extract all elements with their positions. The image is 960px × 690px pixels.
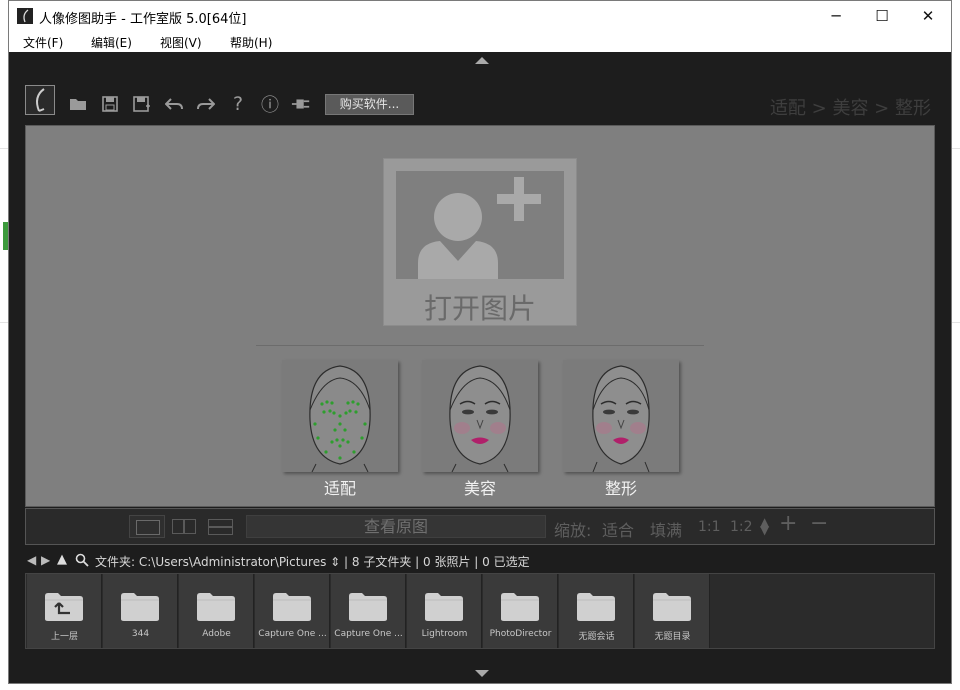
forward-arrow-icon[interactable]: ▶	[41, 553, 50, 567]
zoom-label: 缩放:	[554, 521, 592, 540]
bg-divider	[0, 148, 8, 149]
path-bar: ◀ ▶ ▲ 文件夹: C:\Users\Administrator\Pictur…	[25, 550, 935, 572]
plugin-icon[interactable]	[291, 94, 311, 114]
close-button[interactable]: ✕	[905, 1, 951, 31]
buy-software-button[interactable]: 购买软件...	[325, 94, 414, 115]
collapse-top-arrow-icon[interactable]	[475, 57, 489, 64]
folder-label: 无题会话	[578, 632, 615, 642]
bg-divider	[952, 148, 960, 149]
face-reshape-icon	[592, 365, 650, 472]
single-view-button[interactable]	[129, 515, 165, 538]
search-icon[interactable]	[75, 552, 89, 571]
folder-up-tile[interactable]: 上一层	[27, 574, 102, 648]
logo-icon	[25, 85, 55, 115]
view-bar: 查看原图 缩放: 适合 填满 1:1 1:2 ▲ ▼ + −	[25, 508, 935, 545]
folder-label: 上一层	[50, 632, 78, 642]
side-by-side-view-button[interactable]	[169, 515, 199, 538]
folder-label: 无题目录	[654, 632, 691, 642]
folder-label: Adobe	[202, 629, 231, 639]
folder-icon	[347, 592, 389, 622]
folder-up-icon	[43, 592, 85, 622]
step-reshape-label: 整形	[604, 479, 637, 498]
window-title: 人像修图助手 - 工作室版 5.0[64位]	[39, 12, 247, 27]
undo-icon[interactable]	[164, 94, 184, 114]
folder-label: PhotoDirector	[489, 629, 552, 639]
app-body: ? ⓘ 购买软件... 适配 > 美容 > 整形 打开图片 适配 美容 整形 查…	[9, 52, 951, 683]
folder-tile[interactable]: Adobe	[179, 574, 254, 648]
bg-divider	[0, 322, 8, 323]
save-as-icon[interactable]	[132, 94, 152, 114]
folder-icon	[271, 592, 313, 622]
workflow-breadcrumb: 适配 > 美容 > 整形	[769, 98, 931, 119]
app-window: 人像修图助手 - 工作室版 5.0[64位] ─ ☐ ✕ 文件(F) 编辑(E)…	[8, 0, 952, 684]
folder-tile[interactable]: Lightroom	[407, 574, 482, 648]
zoom-in-button[interactable]: +	[779, 511, 797, 536]
folder-tile[interactable]: 344	[103, 574, 178, 648]
zoom-1-2-option[interactable]: 1:2	[730, 519, 753, 535]
step-fit-label: 适配	[323, 479, 356, 498]
open-image-button[interactable]: 打开图片	[384, 159, 576, 325]
folder-browser: 上一层 344 Adobe Capture One ... Capture One ..…	[25, 573, 935, 649]
step-reshape-card[interactable]	[563, 360, 679, 472]
help-icon[interactable]: ?	[228, 93, 248, 115]
folder-tile[interactable]: 无题会话	[559, 574, 634, 648]
folder-icon	[499, 592, 541, 622]
menu-file[interactable]: 文件(F)	[23, 34, 63, 51]
zoom-stepper-icon[interactable]: ▲ ▼	[760, 516, 769, 536]
face-makeup-icon	[449, 365, 511, 472]
folder-tile[interactable]: PhotoDirector	[483, 574, 558, 648]
open-image-label: 打开图片	[423, 292, 536, 325]
folder-label: 344	[131, 629, 150, 639]
folder-label: Lightroom	[421, 629, 468, 639]
zoom-fit-option[interactable]: 适合	[602, 517, 634, 541]
face-landmarks-icon	[309, 365, 371, 472]
folder-icon	[575, 592, 617, 622]
maximize-button[interactable]: ☐	[859, 1, 905, 31]
folder-label: Capture One ...	[258, 629, 327, 639]
folder-tile[interactable]: Capture One ...	[331, 574, 406, 648]
folder-tile[interactable]: Capture One ...	[255, 574, 330, 648]
split-view-button[interactable]	[205, 515, 235, 538]
folder-icon	[651, 592, 693, 622]
redo-icon[interactable]	[196, 94, 216, 114]
folder-label: Capture One ...	[334, 629, 403, 639]
view-original-button[interactable]: 查看原图	[246, 515, 546, 538]
app-logo-icon	[17, 8, 33, 24]
image-canvas[interactable]: 打开图片 适配 美容 整形	[25, 125, 935, 507]
info-icon[interactable]: ⓘ	[260, 94, 280, 116]
folder-icon	[423, 592, 465, 622]
up-arrow-icon[interactable]: ▲	[57, 552, 67, 567]
folder-icon	[119, 592, 161, 622]
folder-tile[interactable]: 无题目录	[635, 574, 710, 648]
zoom-out-button[interactable]: −	[810, 511, 828, 536]
menu-view[interactable]: 视图(V)	[160, 34, 202, 51]
step-fit-card[interactable]	[282, 360, 398, 472]
folder-icon	[195, 592, 237, 622]
title-bar: 人像修图助手 - 工作室版 5.0[64位] ─ ☐ ✕	[9, 1, 951, 31]
zoom-1-1-option[interactable]: 1:1	[698, 519, 721, 535]
save-icon[interactable]	[100, 94, 120, 114]
canvas-divider	[256, 345, 704, 346]
bg-divider	[952, 322, 960, 323]
menu-bar: 文件(F) 编辑(E) 视图(V) 帮助(H)	[9, 31, 951, 53]
zoom-fill-option[interactable]: 填满	[650, 517, 682, 541]
folder-path-text[interactable]: 文件夹: C:\Users\Administrator\Pictures ⇕ |…	[95, 553, 530, 570]
menu-help[interactable]: 帮助(H)	[230, 34, 272, 51]
step-beauty-label: 美容	[463, 479, 496, 498]
step-beauty-card[interactable]	[422, 360, 538, 472]
add-user-icon	[396, 171, 564, 279]
menu-edit[interactable]: 编辑(E)	[91, 34, 132, 51]
collapse-bottom-arrow-icon[interactable]	[475, 670, 489, 677]
back-arrow-icon[interactable]: ◀	[27, 553, 36, 567]
open-folder-icon[interactable]	[68, 94, 88, 114]
minimize-button[interactable]: ─	[813, 1, 859, 31]
